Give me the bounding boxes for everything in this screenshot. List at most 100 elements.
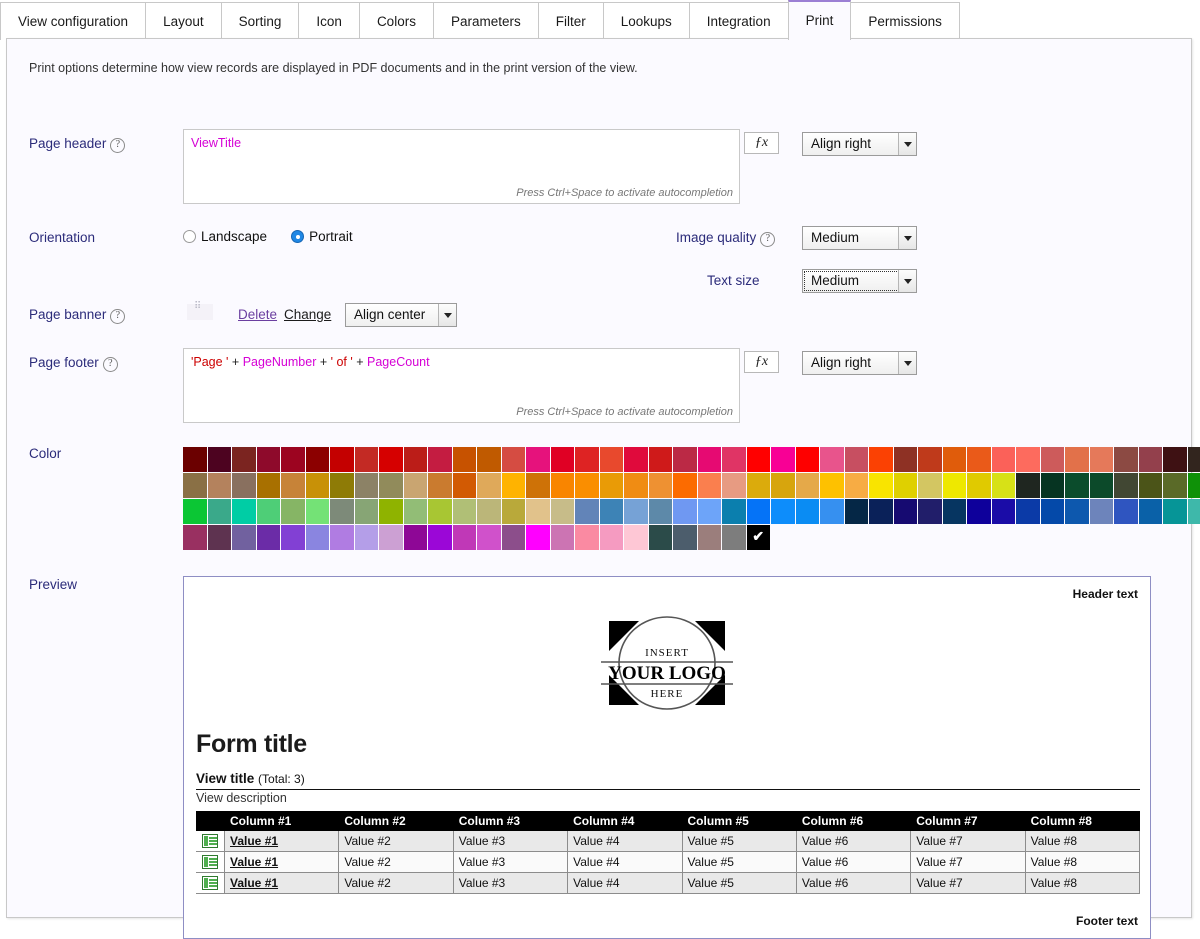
radio-portrait-label[interactable]: Portrait — [309, 229, 353, 244]
page-footer-fx-button[interactable]: ƒx — [744, 351, 779, 373]
color-swatch[interactable] — [624, 525, 648, 550]
color-swatch[interactable] — [330, 473, 354, 498]
color-swatch[interactable] — [1114, 447, 1138, 472]
color-swatch[interactable] — [649, 525, 673, 550]
color-swatch[interactable] — [306, 447, 330, 472]
color-swatch[interactable] — [306, 525, 330, 550]
color-swatch[interactable] — [673, 499, 697, 524]
color-swatch[interactable] — [183, 473, 207, 498]
color-swatch[interactable] — [600, 447, 624, 472]
color-swatch[interactable] — [379, 499, 403, 524]
color-swatch[interactable] — [330, 499, 354, 524]
color-swatch[interactable] — [722, 473, 746, 498]
color-swatch[interactable] — [943, 447, 967, 472]
color-swatch[interactable] — [526, 525, 550, 550]
color-swatch[interactable] — [1090, 447, 1114, 472]
color-swatch[interactable] — [1065, 499, 1089, 524]
color-swatch[interactable] — [183, 499, 207, 524]
color-swatch[interactable] — [428, 525, 452, 550]
color-swatch[interactable] — [1163, 473, 1187, 498]
color-swatch[interactable] — [1139, 499, 1163, 524]
color-swatch[interactable] — [355, 473, 379, 498]
color-swatch[interactable] — [992, 473, 1016, 498]
color-swatch[interactable] — [208, 525, 232, 550]
color-swatch[interactable] — [453, 525, 477, 550]
record-link[interactable]: Value #1 — [230, 855, 278, 869]
page-header-formula-box[interactable]: ViewTitle Press Ctrl+Space to activate a… — [183, 129, 740, 204]
color-swatch[interactable] — [453, 499, 477, 524]
color-swatch[interactable] — [232, 447, 256, 472]
color-swatch[interactable] — [624, 447, 648, 472]
radio-landscape[interactable] — [183, 230, 196, 243]
record-link[interactable]: Value #1 — [230, 834, 278, 848]
color-swatch[interactable] — [183, 525, 207, 550]
record-icon[interactable] — [202, 876, 218, 890]
color-swatch[interactable] — [404, 525, 428, 550]
color-swatch[interactable] — [306, 473, 330, 498]
color-swatch[interactable] — [1065, 473, 1089, 498]
tab-colors[interactable]: Colors — [359, 2, 434, 40]
color-swatch[interactable] — [526, 499, 550, 524]
color-swatch[interactable] — [943, 499, 967, 524]
color-swatch[interactable] — [918, 447, 942, 472]
color-swatch[interactable] — [600, 473, 624, 498]
help-icon[interactable]: ? — [110, 309, 125, 324]
row-icon-cell[interactable] — [196, 831, 225, 852]
tab-print[interactable]: Print — [788, 0, 852, 40]
color-swatch[interactable] — [673, 473, 697, 498]
color-swatch[interactable] — [1041, 473, 1065, 498]
color-swatch[interactable] — [673, 447, 697, 472]
color-swatch[interactable] — [649, 447, 673, 472]
color-swatch[interactable] — [428, 447, 452, 472]
color-swatch[interactable] — [649, 499, 673, 524]
color-swatch[interactable] — [232, 473, 256, 498]
row-icon-cell[interactable] — [196, 873, 225, 894]
color-swatch[interactable] — [1090, 473, 1114, 498]
color-swatch[interactable] — [453, 473, 477, 498]
color-swatch[interactable] — [820, 447, 844, 472]
color-swatch[interactable] — [820, 499, 844, 524]
tab-icon[interactable]: Icon — [298, 2, 360, 40]
color-swatch[interactable] — [869, 447, 893, 472]
color-swatch[interactable] — [257, 473, 281, 498]
color-swatch[interactable] — [722, 525, 746, 550]
color-swatch[interactable] — [1016, 499, 1040, 524]
record-link[interactable]: Value #1 — [230, 876, 278, 890]
color-swatch[interactable] — [453, 447, 477, 472]
color-swatch[interactable] — [1188, 473, 1200, 498]
color-swatch[interactable] — [1139, 447, 1163, 472]
color-swatch[interactable] — [428, 499, 452, 524]
color-swatch[interactable] — [747, 499, 771, 524]
color-swatch[interactable] — [330, 525, 354, 550]
tab-permissions[interactable]: Permissions — [850, 2, 960, 40]
color-swatch[interactable] — [1163, 447, 1187, 472]
color-swatch[interactable] — [722, 499, 746, 524]
color-swatch[interactable] — [747, 473, 771, 498]
help-icon[interactable]: ? — [110, 138, 125, 153]
color-swatch[interactable] — [747, 447, 771, 472]
color-swatch[interactable] — [551, 525, 575, 550]
color-swatch[interactable] — [477, 473, 501, 498]
color-swatch[interactable] — [502, 525, 526, 550]
color-swatch[interactable] — [698, 499, 722, 524]
color-swatch[interactable] — [894, 473, 918, 498]
color-swatch[interactable] — [1016, 473, 1040, 498]
color-swatch[interactable] — [379, 525, 403, 550]
color-swatch[interactable] — [1016, 447, 1040, 472]
color-swatch[interactable] — [943, 473, 967, 498]
color-swatch[interactable] — [894, 499, 918, 524]
color-swatch[interactable] — [404, 447, 428, 472]
color-swatch[interactable] — [1188, 499, 1200, 524]
color-swatch[interactable] — [257, 525, 281, 550]
color-swatch[interactable] — [918, 499, 942, 524]
color-swatch[interactable] — [845, 447, 869, 472]
page-banner-change-link[interactable]: Change — [284, 307, 331, 322]
color-swatch[interactable] — [992, 447, 1016, 472]
color-swatch[interactable] — [281, 473, 305, 498]
row-icon-cell[interactable] — [196, 852, 225, 873]
color-swatch[interactable] — [575, 499, 599, 524]
color-swatch[interactable] — [967, 499, 991, 524]
color-swatch[interactable] — [330, 447, 354, 472]
color-swatch[interactable] — [551, 473, 575, 498]
color-swatch[interactable] — [355, 499, 379, 524]
